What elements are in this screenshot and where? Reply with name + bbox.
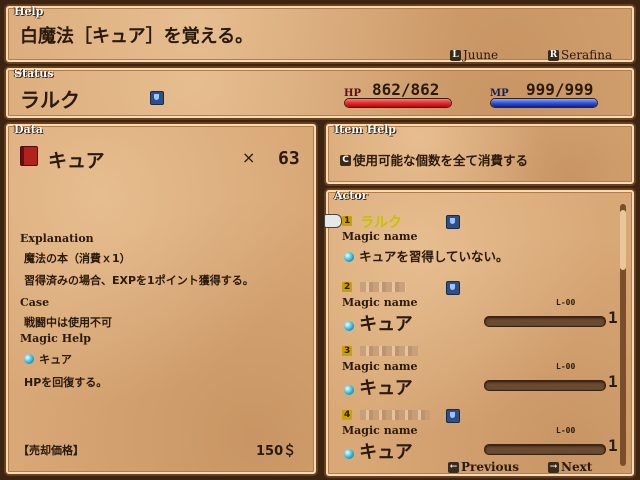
status-panel-title: Status [14,67,54,80]
hp-bar [344,98,452,108]
scrollbar-thumb[interactable] [620,210,626,270]
magic-name-label: Magic name [342,296,418,309]
item-quantity: 63 [278,148,300,169]
actor-scrollbar[interactable] [620,204,626,466]
data-panel-title: Data [14,123,43,136]
spell-name: キュア [359,314,413,335]
spell-level: 1 [608,308,618,327]
actor-name-pixelated [360,346,418,356]
spell-entry: キュア [344,438,413,464]
previous-label: Previous [461,460,519,474]
help-message: 白魔法［キュア］を覚える。 [20,26,254,47]
magic-help-spell: キュア [24,348,72,367]
level-label: L-00 [556,362,576,371]
level-label: L-00 [556,426,576,435]
white-magic-icon [344,384,354,395]
white-magic-icon [24,353,34,364]
consume-all-option[interactable]: C 使用可能な個数を全て消費する [340,150,528,169]
consume-all-text: 使用可能な個数を全て消費する [353,153,529,168]
next-actor-label: Serafina [561,48,613,62]
level-label: L-00 [556,298,576,307]
sell-price-label: 【売却価格】 [18,444,84,457]
hp-value: 862/862 [372,80,440,99]
actor-index-badge: 1 [342,216,353,226]
magic-help-name: キュア [39,353,72,366]
case-text: 戦闘中は使用不可 [24,316,112,329]
left-arrow-key-icon: ← [448,462,459,473]
mp-bar [490,98,598,108]
actor-shield-icon [446,215,460,229]
spell-name: キュア [359,442,413,463]
prev-actor-label: Juune [463,48,499,62]
item-help-panel-title: Item Help [334,123,396,136]
l-key-icon: L [450,50,461,61]
actor-shield-icon [446,281,460,295]
spell-entry: キュア [344,374,413,400]
actor-name: ラルク [360,215,402,231]
actor-shield-icon [446,409,460,423]
spell-status-text: キュアを習得していない。 [359,249,509,264]
white-magic-icon [344,251,354,262]
spell-level: 1 [608,372,618,391]
actor-panel-title: Actor [334,189,368,202]
explanation-line2: 習得済みの場合、EXPを1ポイント獲得する。 [24,274,254,287]
r-key-icon: R [548,50,559,61]
magic-help-desc: HPを回復する。 [24,376,108,389]
exp-bar [484,444,606,455]
white-magic-icon [344,320,354,331]
actor-name-pixelated [360,410,430,420]
next-label: Next [561,460,593,474]
prev-actor-button[interactable]: L Juune [450,48,498,62]
c-key-icon: C [340,155,351,166]
help-panel: Help 白魔法［キュア］を覚える。 L Juune R Serafina [6,5,634,62]
actor-row[interactable]: 1 ラルク Magic name キュアを習得していない。 [324,210,618,266]
actor-panel: Actor 1 ラルク Magic name キュアを習得していない。 2 Ma… [324,189,634,476]
spell-level: 1 [608,436,618,455]
exp-bar [484,380,606,391]
spell-status: キュアを習得していない。 [344,246,508,265]
status-actor-name: ラルク [20,88,80,112]
mp-value: 999/999 [526,80,594,99]
mp-bar-fill [491,99,597,107]
item-help-panel: Item Help C 使用可能な個数を全て消費する [326,123,634,184]
actor-index-badge: 4 [342,410,353,420]
magic-name-label: Magic name [342,360,418,373]
explanation-line1: 魔法の本（消費ｘ1） [24,252,131,265]
item-name: キュア [48,150,105,172]
actor-name-pixelated [360,282,406,292]
data-panel: Data キュア × 63 Explanation 魔法の本（消費ｘ1） 習得済… [6,123,316,474]
help-panel-title: Help [14,5,44,18]
actor-row[interactable]: 4 Magic name キュア L-00 1 [328,404,618,464]
explanation-label: Explanation [20,232,94,245]
quantity-times: × [242,148,256,167]
magic-name-label: Magic name [342,424,418,437]
actor-index-badge: 3 [342,346,353,356]
next-button[interactable]: → Next [548,460,592,474]
actor-row[interactable]: 3 Magic name キュア L-00 1 [328,340,618,400]
white-magic-icon [344,448,354,459]
spellbook-icon [20,146,38,166]
exp-bar [484,316,606,327]
previous-button[interactable]: ← Previous [448,460,519,474]
status-panel: Status ラルク HP 862/862 MP 999/999 [6,67,634,118]
right-arrow-key-icon: → [548,462,559,473]
next-actor-button[interactable]: R Serafina [548,48,612,62]
sell-price-value: 150＄ [256,444,297,459]
magic-name-label: Magic name [342,230,418,243]
actor-index-badge: 2 [342,282,353,292]
magic-help-label: Magic Help [20,332,91,345]
status-shield-icon [150,91,164,105]
spell-name: キュア [359,378,413,399]
hp-bar-fill [345,99,451,107]
pointer-hand-icon [324,214,342,228]
case-label: Case [20,296,50,309]
spell-entry: キュア [344,310,413,336]
actor-row[interactable]: 2 Magic name キュア L-00 1 [328,276,618,336]
